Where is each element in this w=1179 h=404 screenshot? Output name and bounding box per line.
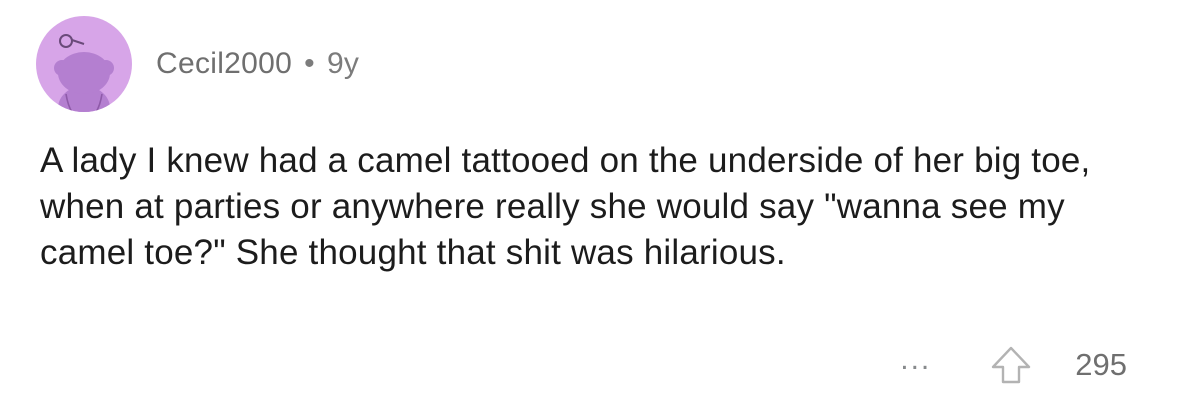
vote-score: 295 [1075,347,1127,382]
comment-card: Cecil2000 • 9y A lady I knew had a camel… [0,0,1179,404]
comment-meta: Cecil2000 • 9y [156,47,359,81]
meta-separator: • [304,47,315,80]
upvote-arrow-icon[interactable] [989,343,1033,387]
username-link[interactable]: Cecil2000 [156,47,292,81]
comment-header: Cecil2000 • 9y [36,16,359,112]
comment-body: A lady I knew had a camel tattooed on th… [40,141,1091,272]
snoo-avatar-icon [54,34,114,112]
comment-age: 9y [326,47,360,80]
user-avatar[interactable] [36,16,132,112]
more-options-icon[interactable]: ... [900,345,931,385]
comment-actions: ... 295 [900,340,1127,390]
